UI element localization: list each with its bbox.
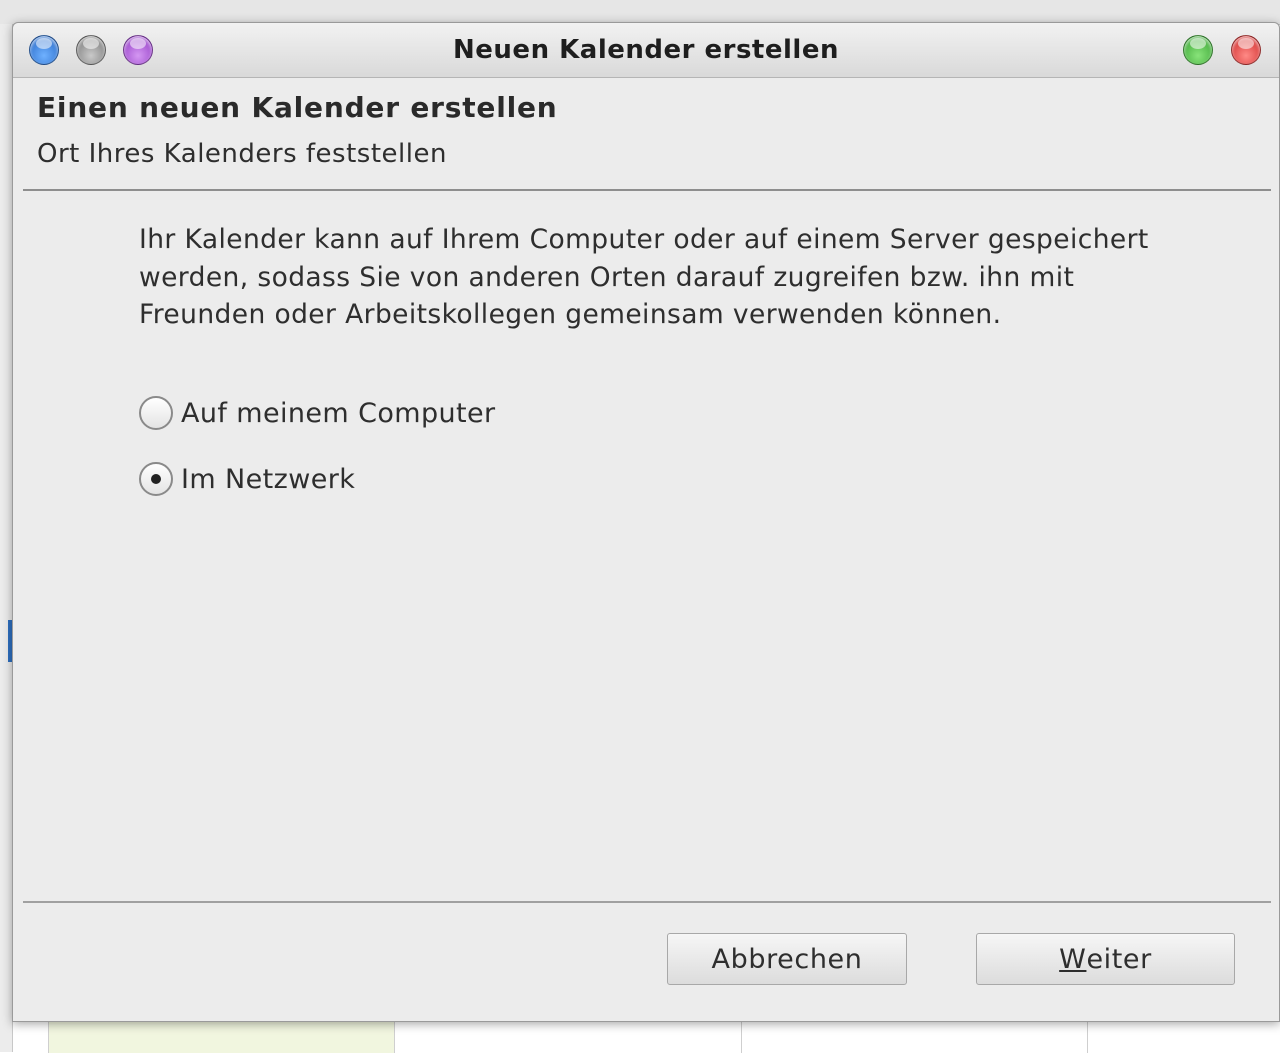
next-button-label: eiter — [1086, 943, 1152, 975]
button-area-separator — [23, 901, 1271, 903]
wizard-page-subtitle: Ort Ihres Kalenders feststellen — [37, 139, 447, 169]
background-calendar-cell — [48, 1019, 394, 1053]
next-button[interactable]: Weiter — [976, 933, 1235, 985]
new-calendar-dialog: Neuen Kalender erstellen Einen neuen Kal… — [12, 22, 1280, 1022]
window-title: Neuen Kalender erstellen — [453, 35, 839, 65]
header-separator — [23, 189, 1271, 191]
wizard-page-title: Einen neuen Kalender erstellen — [37, 91, 558, 124]
next-button-mnemonic: W — [1059, 943, 1087, 975]
window-close-button[interactable] — [1231, 35, 1261, 65]
cancel-button-label: Abbrechen — [711, 943, 863, 975]
background-calendar-cell — [1087, 1019, 1280, 1053]
radio-option-local-computer[interactable]: Auf meinem Computer — [139, 395, 496, 431]
background-calendar-cell — [741, 1019, 1088, 1053]
window-titlebar[interactable]: Neuen Kalender erstellen — [13, 23, 1279, 78]
radio-button-network[interactable] — [139, 462, 173, 496]
cancel-button[interactable]: Abbrechen — [667, 933, 907, 985]
window-maximize-button[interactable] — [1183, 35, 1213, 65]
radio-option-network[interactable]: Im Netzwerk — [139, 461, 355, 497]
background-calendar-cell — [394, 1019, 741, 1053]
background-calendar-row — [40, 1018, 1280, 1053]
radio-button-local-computer[interactable] — [139, 396, 173, 430]
radio-label-network[interactable]: Im Netzwerk — [181, 464, 355, 495]
location-description: Ihr Kalender kann auf Ihrem Computer ode… — [139, 224, 1149, 330]
radio-label-local-computer[interactable]: Auf meinem Computer — [181, 398, 496, 429]
